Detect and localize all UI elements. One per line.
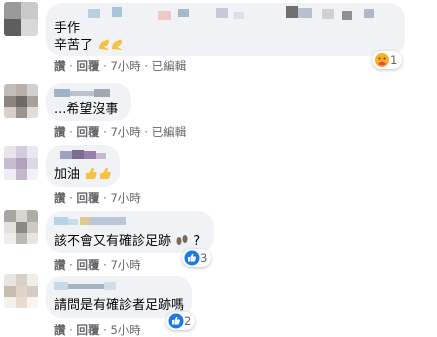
reply-action[interactable]: 回覆	[76, 258, 99, 272]
comment-bubble: ...希望沒事	[46, 83, 131, 121]
comment-actions: 讚 · 回覆 · 7小時	[54, 191, 141, 205]
edited-label: 已編輯	[151, 59, 187, 73]
comment-text-line: 該不會又有確診足跡 ?	[54, 233, 200, 251]
comment-text-line-2: 辛苦了	[54, 37, 125, 55]
comment-text-suffix: ?	[193, 234, 201, 249]
comment-text: 加油	[54, 167, 81, 182]
reaction-count-badge[interactable]: 2	[166, 312, 195, 330]
flexed-biceps-emoji-icon	[97, 37, 125, 55]
comment-bubble: 手作 辛苦了	[46, 3, 405, 56]
thumbs-up-emoji-icon	[84, 166, 112, 184]
comment-actions: 讚 · 回覆 · 7小時 · 已編輯	[54, 59, 187, 73]
like-action[interactable]: 讚	[54, 191, 66, 205]
like-action[interactable]: 讚	[54, 258, 66, 272]
reply-action[interactable]: 回覆	[76, 125, 99, 139]
reaction-count: 2	[184, 314, 192, 328]
comment-text: 請問是有確診者足跡嗎	[54, 298, 185, 313]
comment-1: 手作 辛苦了 1 讚 · 回覆 · 7小時 · 已編輯	[0, 0, 437, 80]
reply-action[interactable]: 回覆	[76, 59, 99, 73]
avatar[interactable]	[4, 2, 38, 36]
comment-text-line: 加油	[54, 166, 112, 184]
reply-action[interactable]: 回覆	[76, 323, 99, 337]
comment-4: 該不會又有確診足跡 ? 3 讚 · 回覆 · 7小時	[0, 208, 437, 272]
comment-actions: 讚 · 回覆 · 5小時	[54, 323, 141, 337]
comment-text-line-1: 手作	[54, 21, 81, 36]
reaction-count: 3	[200, 251, 208, 265]
comment-text: 該不會又有確診足跡	[54, 234, 172, 249]
timestamp[interactable]: 5小時	[110, 323, 140, 337]
timestamp[interactable]: 7小時	[110, 191, 140, 205]
comment-bubble: 請問是有確診者足跡嗎	[46, 276, 192, 318]
footprints-emoji-icon	[175, 233, 189, 251]
like-icon	[168, 313, 184, 329]
comment-actions: 讚 · 回覆 · 7小時	[54, 258, 141, 272]
comment-bubble: 加油	[46, 145, 120, 187]
comment-3: 加油 讚 · 回覆 · 7小時	[0, 144, 437, 205]
timestamp[interactable]: 7小時	[110, 59, 140, 73]
reaction-count: 1	[390, 53, 398, 67]
like-action[interactable]: 讚	[54, 323, 66, 337]
avatar[interactable]	[4, 84, 38, 118]
reaction-count-badge[interactable]: 1	[372, 51, 402, 69]
edited-label: 已編輯	[151, 125, 187, 139]
comment-2: ...希望沒事 讚 · 回覆 · 7小時 · 已編輯	[0, 82, 437, 142]
timestamp[interactable]: 7小時	[110, 125, 140, 139]
comment-text: ...希望沒事	[54, 102, 119, 117]
avatar[interactable]	[4, 146, 38, 180]
care-icon	[375, 53, 389, 67]
avatar[interactable]	[4, 210, 38, 244]
comment-actions: 讚 · 回覆 · 7小時 · 已編輯	[54, 125, 187, 139]
reply-action[interactable]: 回覆	[76, 191, 99, 205]
timestamp[interactable]: 7小時	[110, 258, 140, 272]
like-action[interactable]: 讚	[54, 59, 66, 73]
like-icon	[184, 250, 200, 266]
comment-text: 辛苦了	[54, 38, 94, 53]
like-action[interactable]: 讚	[54, 125, 66, 139]
comment-5: 請問是有確診者足跡嗎 2 讚 · 回覆 · 5小時	[0, 272, 437, 337]
avatar[interactable]	[4, 274, 38, 308]
comment-bubble: 該不會又有確診足跡 ?	[46, 211, 214, 253]
reaction-count-badge[interactable]: 3	[182, 249, 211, 267]
